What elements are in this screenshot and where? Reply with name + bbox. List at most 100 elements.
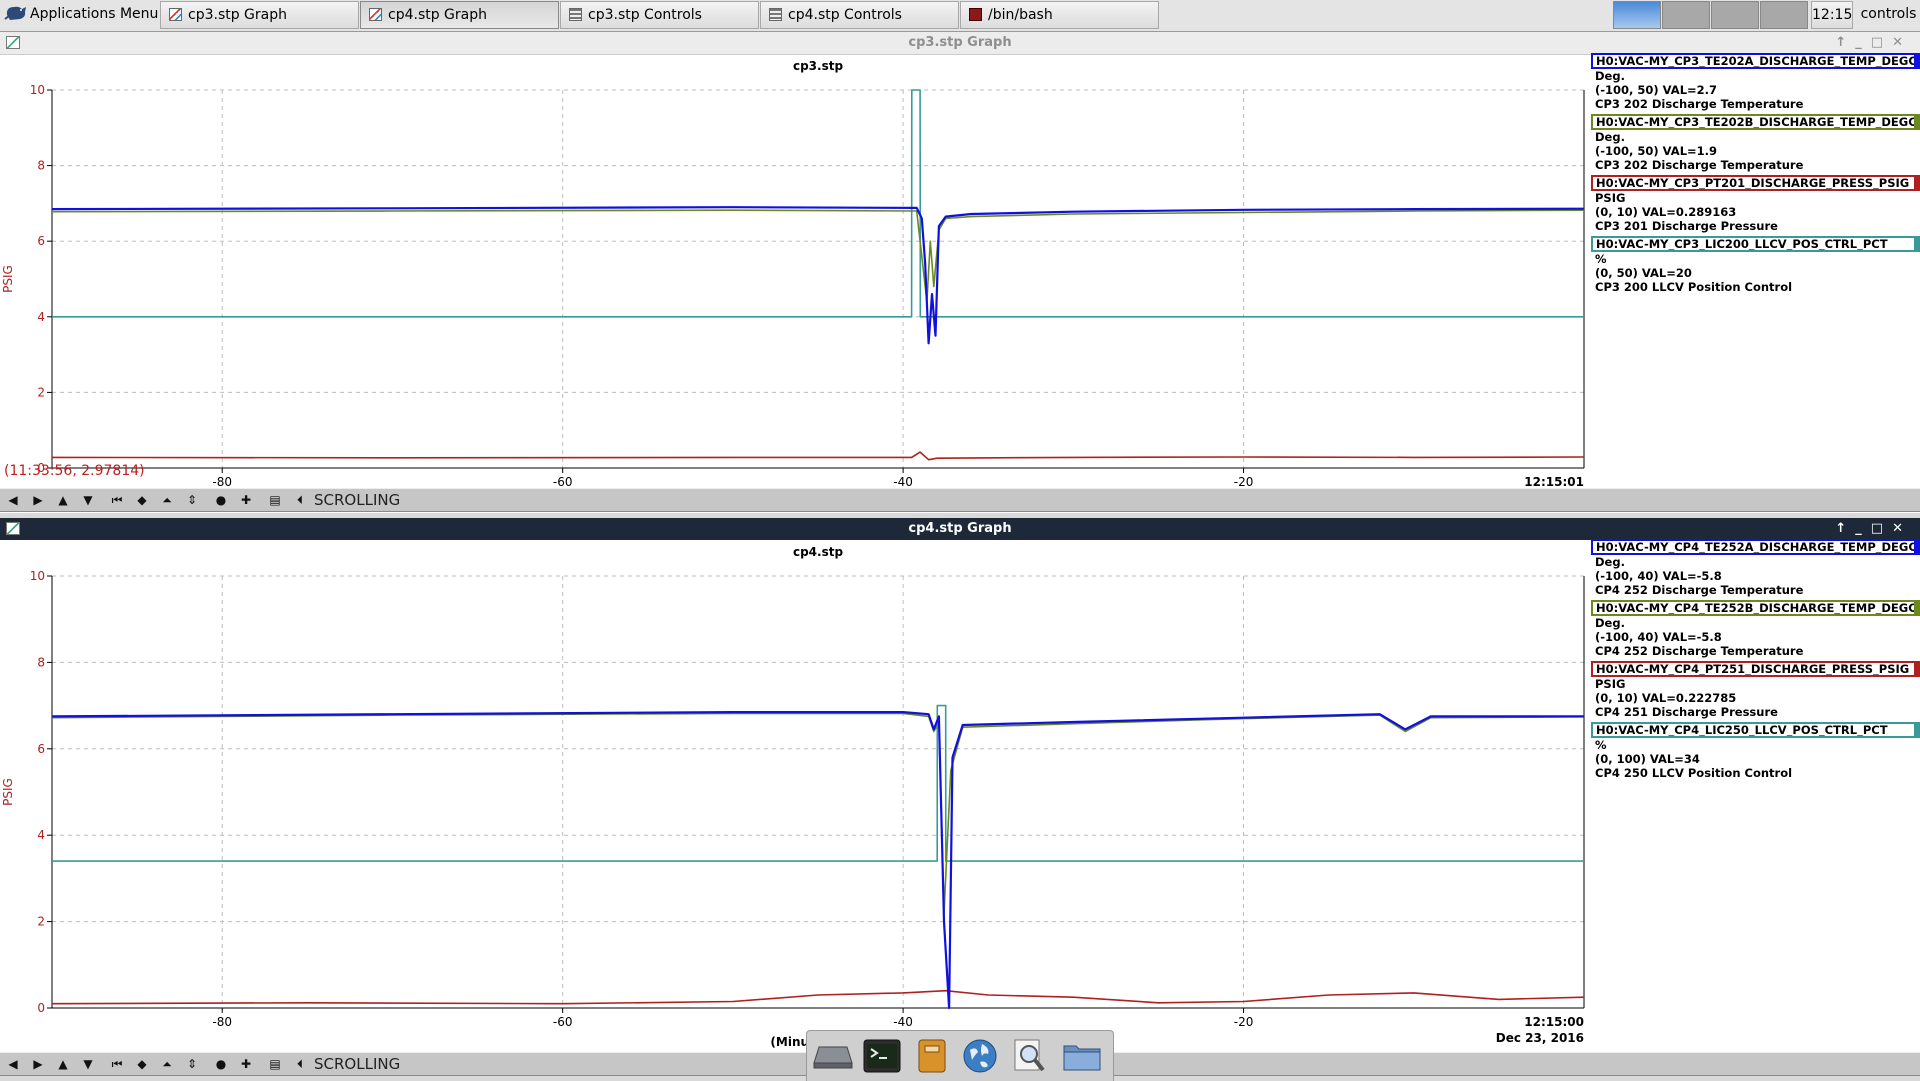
task-label: cp4.stp Graph: [388, 7, 488, 23]
window-controls: ↑_□✕: [1835, 32, 1912, 54]
task-cp4-graph[interactable]: cp4.stp Graph: [360, 1, 559, 29]
folder-icon[interactable]: [1062, 1037, 1102, 1075]
legend-desc: CP4 252 Discharge Temperature: [1595, 644, 1804, 658]
mode-label: SCROLLING: [314, 491, 401, 509]
terminal-icon[interactable]: [862, 1037, 902, 1075]
zoom-y-out-icon[interactable]: ⇕: [182, 1055, 202, 1073]
controls-window-icon: [769, 8, 782, 21]
legend-channel-name[interactable]: H0:VAC-MY_CP3_PT201_DISCHARGE_PRESS_PSIG: [1591, 175, 1920, 191]
window-titlebar[interactable]: cp4.stp Graph ↑_□✕: [0, 518, 1920, 540]
maximize-icon[interactable]: □: [1871, 35, 1892, 50]
workspace-2[interactable]: [1662, 1, 1710, 29]
terminal-window-icon: [969, 8, 982, 21]
x-tick-label: -40: [893, 1015, 913, 1029]
zoom-x-in-icon[interactable]: ⏮: [107, 1055, 127, 1073]
minimize-icon[interactable]: _: [1855, 35, 1871, 50]
pan-down-icon[interactable]: ▼: [78, 1055, 98, 1073]
workspace-1[interactable]: [1613, 1, 1661, 29]
chart-plot-cp3[interactable]: cp3.stp0246810-80-60-40-20PSIG(Minutes)1…: [0, 54, 1590, 510]
pan-down-icon[interactable]: ▼: [78, 491, 98, 509]
workspace-3[interactable]: [1711, 1, 1759, 29]
chart-plot-cp4[interactable]: cp4.stp0246810-80 -60 -40 -20PSIG(Minutes)1…: [0, 540, 1590, 1050]
y-tick-label: 2: [37, 385, 45, 399]
go-to-end-icon[interactable]: ⏴: [290, 1055, 310, 1073]
zoom-x-out-icon[interactable]: ◆: [132, 491, 152, 509]
legend-channel-name[interactable]: H0:VAC-MY_CP3_LIC200_LLCV_POS_CTRL_PCT: [1591, 236, 1920, 252]
legend-units: Deg.: [1595, 130, 1625, 144]
zoom-x-out-icon[interactable]: ◆: [132, 1055, 152, 1073]
zoom-y-in-icon[interactable]: ⏶: [157, 1055, 177, 1073]
task-cp4-controls[interactable]: cp4.stp Controls: [760, 1, 959, 29]
pan-up-icon[interactable]: ▲: [53, 491, 73, 509]
chart-legend-cp3: H0:VAC-MY_CP3_TE202A_DISCHARGE_TEMP_DEGC…: [1591, 53, 1920, 297]
task-cp3-graph[interactable]: cp3.stp Graph: [160, 1, 359, 29]
window-title: cp3.stp Graph: [908, 35, 1012, 50]
graph-window-icon: [6, 522, 20, 535]
legend-channel-name[interactable]: H0:VAC-MY_CP4_TE252B_DISCHARGE_TEMP_DEGC: [1591, 600, 1920, 616]
legend-entry[interactable]: H0:VAC-MY_CP3_TE202B_DISCHARGE_TEMP_DEGC…: [1591, 114, 1920, 172]
top-panel: Applications Menu cp3.stp Graph cp4.stp …: [0, 0, 1920, 32]
task-label: /bin/bash: [988, 7, 1053, 23]
zoom-x-in-icon[interactable]: ⏮: [107, 491, 127, 509]
end-time-label: 12:15:01: [1524, 475, 1584, 489]
shade-icon[interactable]: ↑: [1835, 35, 1855, 50]
clock[interactable]: 12:15: [1811, 1, 1853, 29]
chart-icon[interactable]: ▤: [265, 491, 285, 509]
window-titlebar[interactable]: cp3.stp Graph ↑_□✕: [0, 32, 1920, 55]
drive-icon[interactable]: [813, 1037, 853, 1075]
legend-channel-name[interactable]: H0:VAC-MY_CP4_TE252A_DISCHARGE_TEMP_DEGC: [1591, 539, 1920, 555]
maximize-icon[interactable]: □: [1871, 521, 1892, 536]
pan-right-icon[interactable]: ▶: [28, 491, 48, 509]
x-tick-label: -60: [553, 475, 573, 489]
legend-channel-name[interactable]: H0:VAC-MY_CP3_TE202B_DISCHARGE_TEMP_DEGC: [1591, 114, 1920, 130]
record-icon[interactable]: ●: [211, 491, 231, 509]
series-line-1: [51, 711, 1584, 1010]
legend-entry[interactable]: H0:VAC-MY_CP3_LIC200_LLCV_POS_CTRL_PCT%(…: [1591, 236, 1920, 294]
legend-channel-name[interactable]: H0:VAC-MY_CP4_LIC250_LLCV_POS_CTRL_PCT: [1591, 722, 1920, 738]
legend-entry[interactable]: H0:VAC-MY_CP4_TE252B_DISCHARGE_TEMP_DEGC…: [1591, 600, 1920, 658]
pan-up-icon[interactable]: ▲: [53, 1055, 73, 1073]
close-icon[interactable]: ✕: [1892, 35, 1912, 50]
graph-window-icon: [169, 8, 182, 21]
search-icon[interactable]: [1010, 1037, 1050, 1075]
x-tick-label: -80: [212, 1015, 232, 1029]
legend-range: (0, 10) VAL=0.222785: [1595, 691, 1737, 705]
legend-entry[interactable]: H0:VAC-MY_CP4_TE252A_DISCHARGE_TEMP_DEGC…: [1591, 539, 1920, 597]
go-to-end-icon[interactable]: ⏴: [290, 491, 310, 509]
applications-menu-button[interactable]: Applications Menu: [0, 1, 158, 29]
pan-right-icon[interactable]: ▶: [28, 1055, 48, 1073]
legend-channel-name[interactable]: H0:VAC-MY_CP4_PT251_DISCHARGE_PRESS_PSIG: [1591, 661, 1920, 677]
y-axis-label: PSIG: [1, 778, 15, 806]
pan-left-icon[interactable]: ◀: [3, 1055, 23, 1073]
shade-icon[interactable]: ↑: [1835, 521, 1855, 536]
web-browser-icon[interactable]: [960, 1037, 1000, 1075]
chart-icon[interactable]: ▤: [265, 1055, 285, 1073]
legend-units: Deg.: [1595, 555, 1625, 569]
user-menu[interactable]: controls: [1857, 1, 1920, 29]
legend-channel-name[interactable]: H0:VAC-MY_CP3_TE202A_DISCHARGE_TEMP_DEGC: [1591, 53, 1920, 69]
file-manager-icon[interactable]: [912, 1037, 952, 1075]
legend-range: (0, 100) VAL=34: [1595, 752, 1700, 766]
add-icon[interactable]: ✚: [236, 1055, 256, 1073]
legend-entry[interactable]: H0:VAC-MY_CP4_PT251_DISCHARGE_PRESS_PSIG…: [1591, 661, 1920, 719]
task-bin-bash[interactable]: /bin/bash: [960, 1, 1159, 29]
x-tick-label: -60: [553, 1015, 573, 1029]
legend-entry[interactable]: H0:VAC-MY_CP4_LIC250_LLCV_POS_CTRL_PCT%(…: [1591, 722, 1920, 780]
add-icon[interactable]: ✚: [236, 491, 256, 509]
pan-left-icon[interactable]: ◀: [3, 491, 23, 509]
legend-entry[interactable]: H0:VAC-MY_CP3_PT201_DISCHARGE_PRESS_PSIG…: [1591, 175, 1920, 233]
series-line-2: [51, 209, 1585, 303]
zoom-y-in-icon[interactable]: ⏶: [157, 491, 177, 509]
minimize-icon[interactable]: _: [1855, 521, 1871, 536]
end-date-label: Dec 23, 2016: [1496, 1031, 1584, 1045]
legend-range: (0, 10) VAL=0.289163: [1595, 205, 1737, 219]
task-label: cp4.stp Controls: [788, 7, 902, 23]
record-icon[interactable]: ●: [211, 1055, 231, 1073]
close-icon[interactable]: ✕: [1892, 521, 1912, 536]
series-line-1: [51, 206, 1585, 345]
cursor-readout: (11:33:56, 2.97814): [4, 463, 145, 479]
task-cp3-controls[interactable]: cp3.stp Controls: [560, 1, 759, 29]
legend-entry[interactable]: H0:VAC-MY_CP3_TE202A_DISCHARGE_TEMP_DEGC…: [1591, 53, 1920, 111]
zoom-y-out-icon[interactable]: ⇕: [182, 491, 202, 509]
workspace-4[interactable]: [1760, 1, 1808, 29]
